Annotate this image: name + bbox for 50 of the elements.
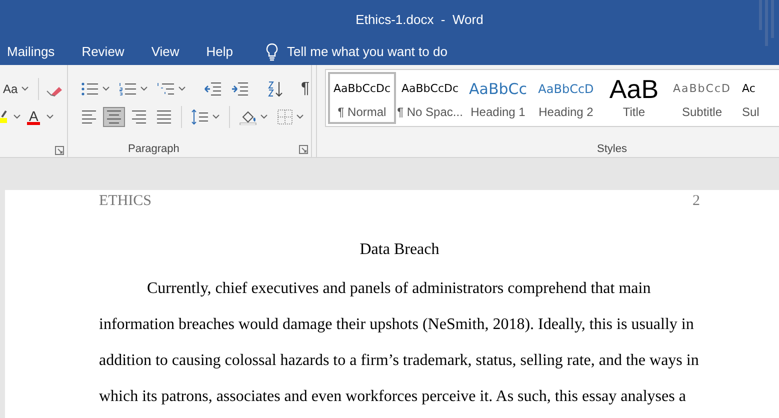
font-color-button[interactable]: A [24,106,44,128]
caret-icon [20,86,29,92]
align-button[interactable] [103,107,125,127]
style-item[interactable]: AaBbCcD Heading 2 [532,72,600,124]
caret-icon [102,86,110,92]
ribbon-tab[interactable]: View [146,44,184,59]
align-icon [106,110,122,124]
line-spacing-icon [191,109,209,125]
group-label: Styles [597,143,627,155]
multilevel-list-icon [157,82,175,96]
ribbon-tab[interactable]: Mailings [2,44,60,59]
style-item[interactable]: AaBbCcDc ¶ No Spac... [396,72,464,124]
caret-icon [296,114,304,120]
dialog-launcher-icon[interactable] [55,146,64,155]
decrease-indent-icon [204,82,222,96]
align-icon [156,110,172,124]
lightbulb-icon [265,42,280,60]
window-title: Ethics-1.docx - Word [356,12,484,26]
ribbon-tab[interactable]: Help [201,44,238,59]
decoration-icon [759,0,775,46]
sort-icon [267,81,283,97]
page-header: ETHICS [99,193,152,210]
document-heading: Data Breach [358,241,440,259]
caret-icon [140,86,148,92]
dialog-launcher-icon[interactable] [299,144,308,154]
shading-icon [239,109,257,125]
align-icon [131,110,147,124]
caret-icon[interactable] [13,114,21,120]
highlighter-icon[interactable] [0,109,10,125]
page-number: 2 [692,193,700,210]
body-paragraph: Currently, chief executives and panels of administrators comprehend that main information breaches would damage their upshots (NeSmith, 2018). Ideally, this is usually in addition to causing colossal hazards to a firm’s trademark, status, selling rate, and the ways in which its patrons, associates and even workforces perceive it. As such, this essay analyses a [99,279,700,407]
align-icon [81,110,97,124]
style-item[interactable]: AaBbCcDc ¶ Normal [328,72,396,124]
change-case-button[interactable]: Aa [0,79,32,99]
ribbon-tab[interactable]: Review [76,44,130,59]
show-formatting-marks-button[interactable]: ¶ [298,77,313,101]
style-item[interactable]: AaBbCc Heading 1 [464,72,532,124]
style-item[interactable]: AaBbCcD Subtitle [668,72,736,124]
style-item[interactable]: Ac Sul [736,72,777,124]
caret-icon [212,114,220,120]
caret-icon [178,86,186,92]
caret-icon [260,114,268,120]
caret-icon[interactable] [46,114,54,120]
style-item[interactable]: AaB Title [600,72,668,124]
borders-icon [277,109,293,125]
bullets-icon [81,82,99,96]
numbering-icon [119,82,137,96]
group-label: Paragraph [128,143,180,155]
tell-me-search[interactable]: Tell me what you want to do [265,42,468,60]
increase-indent-icon [231,82,249,96]
